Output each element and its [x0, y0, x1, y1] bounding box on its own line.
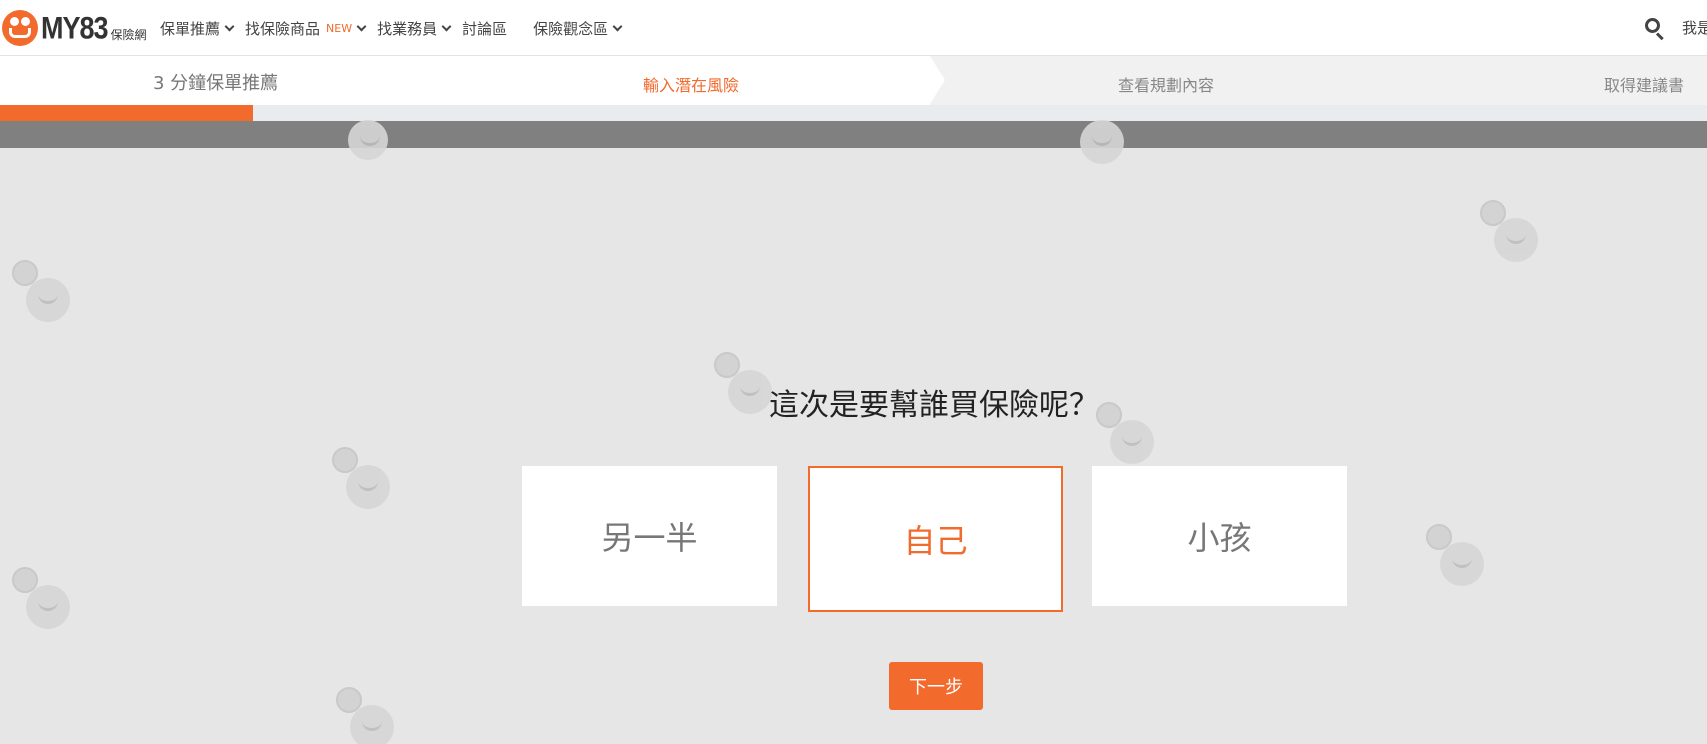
nav-label: 找保險商品: [245, 19, 321, 38]
recipient-options: 另一半 自己 小孩: [522, 466, 1349, 614]
nav-account-link[interactable]: 我是: [1682, 17, 1707, 38]
header-divider-band: [0, 121, 1707, 148]
nav-policy-recommend[interactable]: 保單推薦: [160, 18, 235, 39]
character-doodle-icon: [12, 260, 70, 322]
logo-mark-icon: [2, 10, 38, 46]
chevron-down-icon: [224, 21, 235, 31]
option-child[interactable]: 小孩: [1092, 466, 1347, 606]
option-self-selected[interactable]: 自己: [808, 466, 1063, 612]
nav-label: 找業務員: [377, 19, 438, 38]
nav-find-products[interactable]: 找保險商品 NEW: [245, 18, 367, 39]
nav-label: 保單推薦: [160, 19, 221, 38]
nav-label: 保險觀念區: [533, 19, 609, 38]
logo-text: MY83: [41, 10, 109, 45]
progress-bar: [0, 105, 1707, 121]
chevron-down-icon: [441, 21, 452, 31]
character-doodle-icon: [1080, 120, 1124, 164]
step-arrow-icon: [930, 56, 945, 104]
step-3: 取得建議書: [1604, 76, 1685, 95]
step-1-active: 輸入潛在風險: [643, 76, 740, 95]
nav-label: 討論區: [462, 19, 508, 38]
site-logo[interactable]: MY83 保險網: [2, 10, 147, 46]
question-title: 這次是要幫誰買保險呢？: [769, 388, 1099, 423]
nav-forum[interactable]: 討論區: [462, 18, 507, 39]
logo-subtitle: 保險網: [110, 27, 147, 42]
step-bar: 3 分鐘保單推薦 輸入潛在風險 查看規劃內容 取得建議書: [0, 56, 1707, 105]
character-doodle-icon: [348, 120, 388, 160]
nav-find-agent[interactable]: 找業務員: [377, 18, 452, 39]
character-doodle-icon: [332, 447, 390, 509]
step-bar-title: 3 分鐘保單推薦: [153, 73, 279, 94]
step-2: 查看規劃內容: [1118, 76, 1215, 95]
top-navigation: MY83 保險網 保單推薦 找保險商品 NEW 找業務員 討論區 保險觀念區 我…: [0, 0, 1707, 56]
option-spouse[interactable]: 另一半: [522, 466, 777, 606]
next-step-button[interactable]: 下一步: [889, 662, 983, 710]
character-doodle-icon: [1480, 200, 1538, 262]
character-doodle-icon: [1426, 524, 1484, 586]
new-badge: NEW: [326, 21, 353, 35]
chevron-down-icon: [612, 21, 623, 31]
progress-fill: [0, 105, 253, 121]
character-doodle-icon: [336, 687, 394, 744]
character-doodle-icon: [1096, 402, 1154, 464]
nav-insurance-concepts[interactable]: 保險觀念區: [533, 18, 623, 39]
step-inactive-zone: [930, 56, 1707, 105]
main-menu: 保單推薦 找保險商品 NEW 找業務員 討論區 保險觀念區: [160, 0, 633, 56]
chevron-down-icon: [356, 21, 367, 31]
search-icon[interactable]: [1645, 18, 1664, 41]
character-doodle-icon: [12, 567, 70, 629]
